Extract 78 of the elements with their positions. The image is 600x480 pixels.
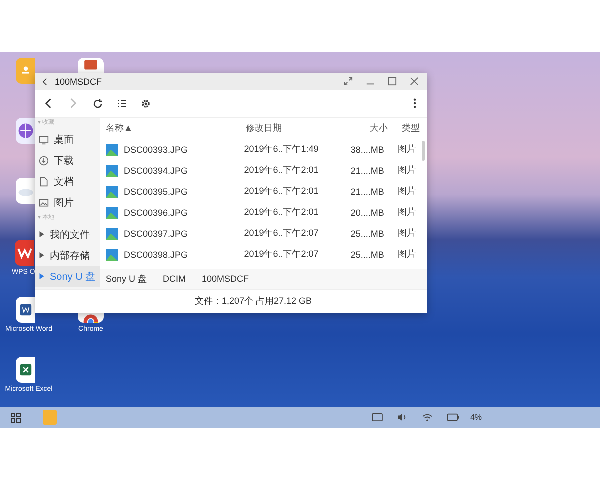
type-cell-text: 图片 (397, 164, 418, 177)
wifi-icon[interactable] (422, 413, 434, 422)
excel-app-icon[interactable] (16, 357, 35, 383)
date-cell-text: 2019年6..下午2:01 (244, 164, 320, 177)
size-cell-text: 20....MB (350, 208, 386, 218)
column-header[interactable]: 大小 (345, 122, 396, 135)
close-icon[interactable] (410, 77, 419, 86)
size-cell-text: 38....MB (350, 144, 386, 154)
column-header[interactable]: 类型 (396, 122, 426, 135)
image-file-icon (106, 206, 118, 218)
fullscreen-icon[interactable] (344, 77, 353, 86)
keyboard-icon[interactable] (372, 413, 384, 422)
sidebar-item[interactable]: 图片 (35, 192, 100, 213)
file-name: DSC00398.JPG (124, 250, 188, 260)
sidebar-item[interactable]: 我的文件 (35, 224, 100, 245)
sidebar-item[interactable]: 文档 (35, 171, 100, 192)
size-cell-text: 25....MB (350, 250, 386, 260)
chrome-app-icon[interactable] (78, 313, 104, 323)
date-cell-text: 2019年6..下午2:01 (244, 185, 320, 198)
battery-icon[interactable] (447, 413, 460, 422)
column-header[interactable]: 名称▲ (106, 122, 246, 135)
date-cell-text: 2019年6..下午2:07 (244, 248, 320, 261)
image-file-icon (106, 186, 118, 198)
speaker-icon[interactable] (397, 413, 408, 422)
more-icon[interactable] (413, 98, 417, 109)
file-name: DSC00393.JPG (124, 144, 188, 154)
file-name: DSC00396.JPG (124, 208, 188, 218)
word-app-icon[interactable] (16, 297, 35, 323)
sidebar-item[interactable]: 内部存储 (35, 245, 100, 266)
date-cell-text: 2019年6..下午1:49 (244, 143, 320, 156)
sidebar-item[interactable]: 桌面 (35, 129, 100, 150)
status-text: 文件：1,207个 占用27.12 GB (194, 295, 312, 308)
maximize-icon[interactable] (388, 77, 397, 86)
expand-caret-icon[interactable] (39, 252, 45, 259)
date-cell-text: 2019年6..下午2:01 (244, 206, 320, 219)
image-icon (39, 198, 49, 208)
expand-caret-icon[interactable] (39, 273, 45, 280)
image-file-icon (106, 228, 118, 240)
refresh-icon[interactable] (93, 98, 103, 108)
settings-icon[interactable] (141, 98, 151, 108)
image-file-icon (106, 248, 118, 260)
image-file-icon (106, 144, 118, 156)
size-cell-text: 25....MB (350, 228, 386, 238)
image-file-icon (106, 164, 118, 176)
wps-app-icon[interactable] (15, 240, 34, 266)
file-row[interactable]: DSC00394.JPG 2019年6..下午2:01 21....MB 图片 (100, 160, 422, 181)
app-grid-icon[interactable] (11, 412, 21, 422)
breadcrumb-item[interactable]: Sony U 盘 (106, 272, 148, 286)
date-cell-text: 2019年6..下午2:07 (244, 227, 320, 240)
back-icon[interactable] (41, 78, 49, 86)
column-header[interactable]: 修改日期 (246, 122, 345, 135)
battery-percent: 4% (470, 413, 482, 422)
size-cell-text: 21....MB (350, 186, 386, 196)
list-view-icon[interactable] (117, 98, 127, 108)
breadcrumb-item[interactable]: 100MSDCF (202, 274, 250, 284)
type-cell-text: 图片 (397, 185, 418, 198)
monitor-icon (39, 134, 49, 144)
size-cell-text: 21....MB (350, 166, 386, 176)
type-cell-text: 图片 (397, 248, 418, 261)
scrollbar-thumb[interactable] (422, 141, 425, 161)
file-name: DSC00394.JPG (124, 166, 188, 176)
type-cell-text: 图片 (397, 143, 418, 156)
window-title: 100MSDCF (55, 76, 102, 86)
breadcrumb-item[interactable]: DCIM (163, 274, 186, 284)
file-row[interactable]: DSC00393.JPG 2019年6..下午1:49 38....MB 图片 (100, 139, 422, 160)
download-icon (39, 156, 49, 166)
file-row[interactable]: DSC00397.JPG 2019年6..下午2:07 25....MB 图片 (100, 223, 422, 244)
type-cell-text: 图片 (397, 206, 418, 219)
file-row[interactable]: DSC00395.JPG 2019年6..下午2:01 21....MB 图片 (100, 181, 422, 202)
document-icon (39, 176, 49, 186)
file-row[interactable]: DSC00398.JPG 2019年6..下午2:07 25....MB 图片 (100, 244, 422, 265)
file-name: DSC00395.JPG (124, 186, 188, 196)
sidebar-item[interactable]: 下载 (35, 150, 100, 171)
expand-caret-icon[interactable] (39, 231, 45, 238)
back-icon[interactable] (43, 98, 54, 109)
file-name: DSC00397.JPG (124, 228, 188, 238)
file-row[interactable]: DSC00396.JPG 2019年6..下午2:01 20....MB 图片 (100, 202, 422, 223)
type-cell-text: 图片 (397, 227, 418, 240)
